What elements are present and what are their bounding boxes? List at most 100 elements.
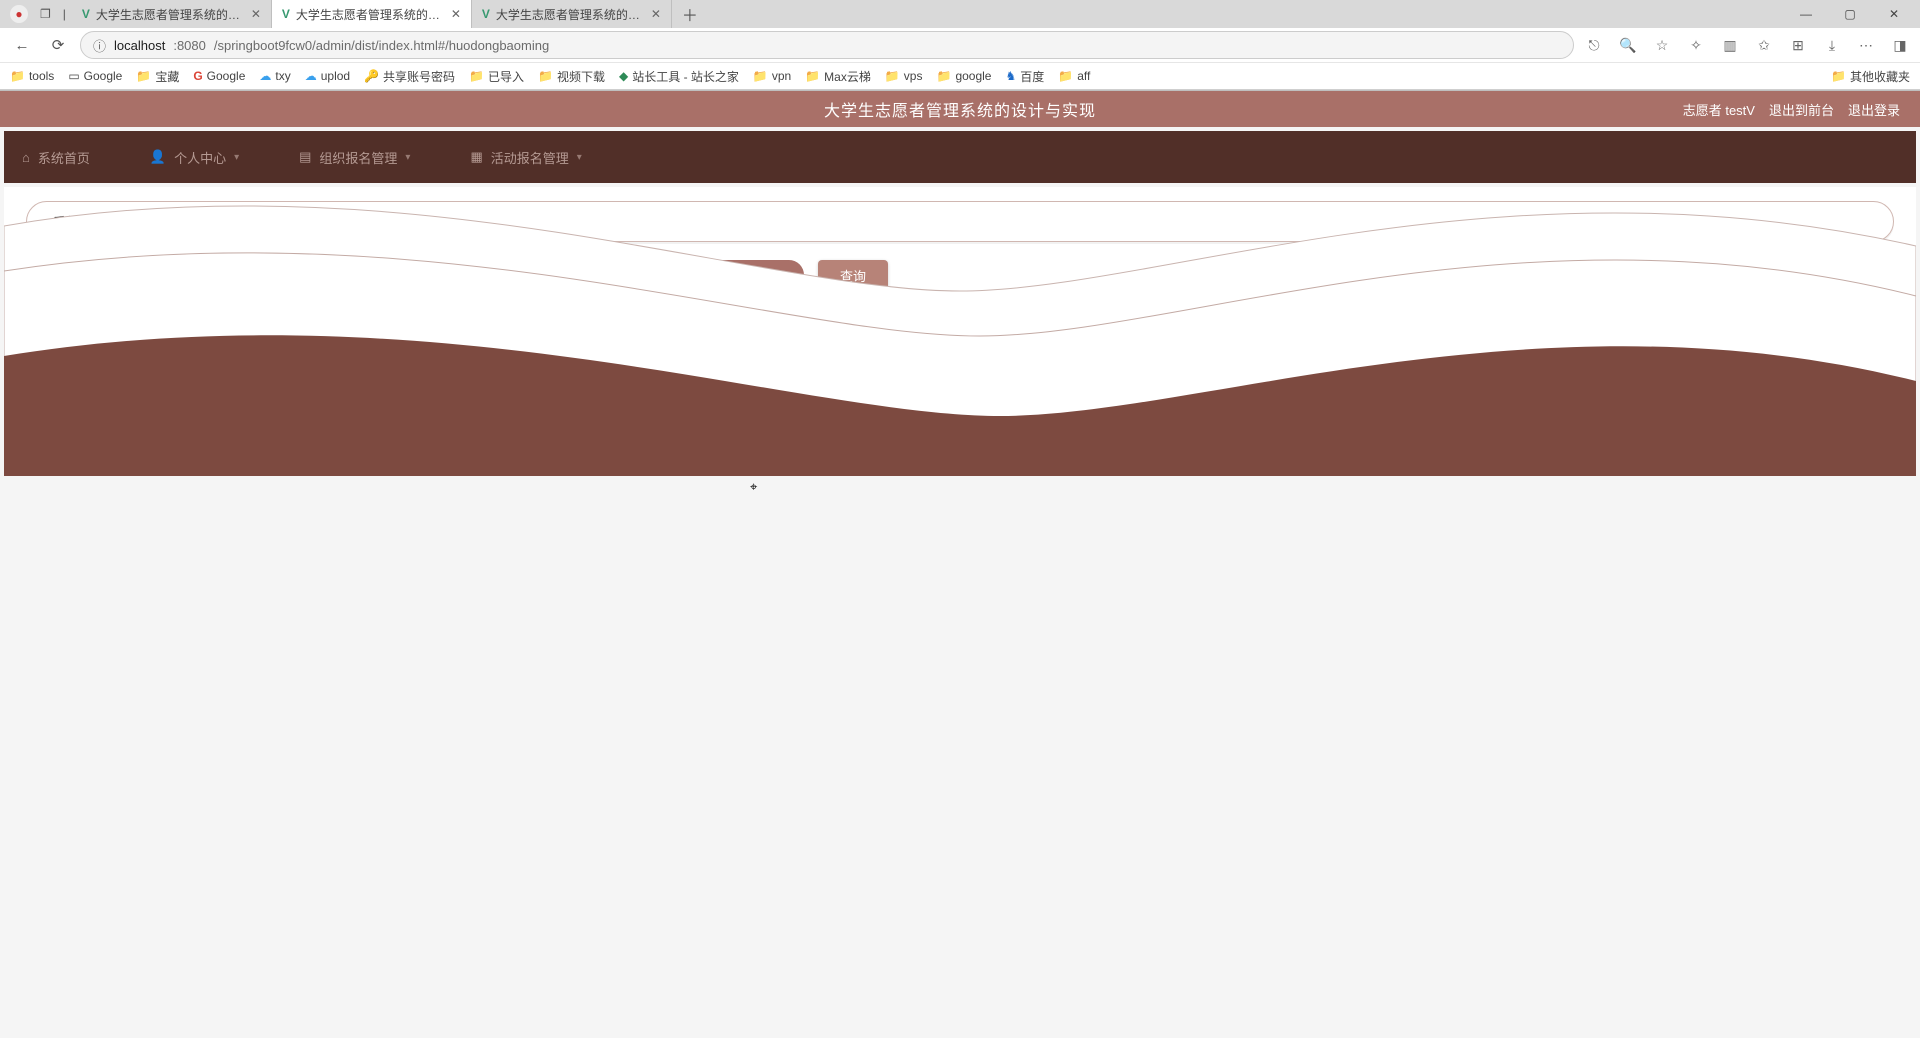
address-row: ← ⟳ ⓘ localhost:8080/springboot9fcw0/adm… bbox=[0, 28, 1920, 62]
nav-org-signup[interactable]: ▤ 组织报名管理 ▾ bbox=[299, 148, 410, 167]
col-time[interactable]: 报名时间 bbox=[1302, 308, 1463, 347]
site-icon: ◆ bbox=[619, 69, 628, 83]
window-controls: — ▢ ✕ bbox=[1784, 0, 1916, 28]
bookmark-item[interactable]: 📁Max云梯 bbox=[805, 68, 871, 85]
filter-topic-input[interactable] bbox=[92, 260, 308, 290]
bookmark-item[interactable]: 📁vps bbox=[885, 69, 923, 83]
folder-icon: 📁 bbox=[1058, 69, 1073, 83]
folder-icon: 📁 bbox=[10, 69, 25, 83]
tab-title: 大学生志愿者管理系统的设计与实现 bbox=[296, 6, 445, 23]
browser-tab[interactable]: V 大学生志愿者管理系统的设计与实现 ✕ bbox=[72, 0, 272, 28]
col-volname[interactable]: 志愿者姓名 bbox=[1114, 308, 1303, 347]
bookmark-item[interactable]: GGoogle bbox=[193, 69, 245, 83]
pagination-prev[interactable]: ‹ bbox=[891, 420, 919, 448]
pagination-current[interactable]: 1 bbox=[929, 421, 955, 447]
bookmark-item[interactable]: ☁txy bbox=[259, 69, 290, 83]
filter-org-input[interactable] bbox=[388, 260, 604, 290]
read-aloud-icon[interactable]: ⎋ bbox=[1582, 37, 1606, 54]
favorites-bar-icon[interactable]: ✩ bbox=[1752, 37, 1776, 54]
bookmark-item[interactable]: ♞百度 bbox=[1005, 68, 1044, 85]
folder-icon: 📁 bbox=[469, 69, 484, 83]
maximize-button[interactable]: ▢ bbox=[1828, 0, 1872, 28]
nav-home[interactable]: ⌂ 系统首页 bbox=[22, 148, 90, 167]
breadcrumb-current: 活动报名 bbox=[134, 212, 186, 231]
bookmark-item[interactable]: ☁uplod bbox=[305, 69, 350, 83]
app-icon[interactable]: ⊞ bbox=[1786, 37, 1810, 54]
bookmark-label: 已导入 bbox=[488, 68, 524, 85]
back-button[interactable]: ← bbox=[8, 31, 36, 59]
col-type[interactable]: 活动类型 bbox=[280, 308, 441, 347]
bookmark-label: vpn bbox=[772, 69, 791, 83]
nav-profile[interactable]: 👤 个人中心 ▾ bbox=[150, 148, 239, 167]
favorite-icon[interactable]: ☆ bbox=[1650, 37, 1674, 54]
zoom-icon[interactable]: 🔍 bbox=[1616, 37, 1640, 54]
vue-favicon-icon: V bbox=[82, 7, 90, 21]
refresh-button[interactable]: ⟳ bbox=[44, 31, 72, 59]
bookmark-item[interactable]: 📁 tools bbox=[10, 69, 54, 83]
breadcrumb-home[interactable]: 系统首页 bbox=[53, 212, 105, 231]
tab-close-icon[interactable]: ✕ bbox=[651, 7, 661, 21]
bookmark-item[interactable]: 📁aff bbox=[1058, 69, 1090, 83]
pagination-size-select[interactable]: 10条/页 ▾ bbox=[1003, 419, 1079, 448]
col-checkbox[interactable] bbox=[26, 308, 65, 347]
filter-pass-select[interactable]: 是否通过 ▾ bbox=[684, 260, 804, 290]
col-action[interactable]: 操作 bbox=[1787, 308, 1894, 347]
col-orgno[interactable]: 组织编号 bbox=[603, 308, 764, 347]
key-icon: 🔑 bbox=[364, 69, 379, 83]
more-icon[interactable]: ⋯ bbox=[1854, 37, 1878, 54]
downloads-icon[interactable]: ⤓ bbox=[1820, 37, 1844, 54]
col-reply[interactable]: 审核回复 bbox=[1464, 308, 1625, 347]
close-window-button[interactable]: ✕ bbox=[1872, 0, 1916, 28]
collections-icon[interactable]: ▥ bbox=[1718, 37, 1742, 54]
bookmark-item[interactable]: 📁 已导入 bbox=[469, 68, 524, 85]
col-orgname[interactable]: 组织名称 bbox=[764, 308, 925, 347]
user-label[interactable]: 志愿者 testV bbox=[1683, 100, 1755, 119]
url-port: :8080 bbox=[173, 38, 206, 53]
bookmark-label: 视频下载 bbox=[557, 68, 605, 85]
site-info-icon[interactable]: ⓘ bbox=[93, 36, 106, 55]
tab-close-icon[interactable]: ✕ bbox=[451, 7, 461, 21]
minimize-button[interactable]: — bbox=[1784, 0, 1828, 28]
tab-title: 大学生志愿者管理系统的设计与实现 bbox=[96, 6, 245, 23]
bookmark-item[interactable]: 📁google bbox=[936, 69, 991, 83]
folder-icon: 📁 bbox=[753, 69, 768, 83]
nav-label: 活动报名管理 bbox=[491, 148, 569, 167]
extensions-icon[interactable]: ✧ bbox=[1684, 37, 1708, 54]
address-bar[interactable]: ⓘ localhost:8080/springboot9fcw0/admin/d… bbox=[80, 31, 1574, 59]
nav-label: 个人中心 bbox=[174, 148, 226, 167]
col-volacct[interactable]: 志愿者账号 bbox=[925, 308, 1114, 347]
bookmark-item[interactable]: 📁宝藏 bbox=[136, 68, 179, 85]
browser-chrome: ● ❐ | V 大学生志愿者管理系统的设计与实现 ✕ V 大学生志愿者管理系统的… bbox=[0, 0, 1920, 91]
pagination-next[interactable]: › bbox=[965, 420, 993, 448]
tab-close-icon[interactable]: ✕ bbox=[251, 7, 261, 21]
pagination: 共 0 条 ‹ 1 › 10条/页 ▾ bbox=[4, 403, 1916, 476]
bookmark-item[interactable]: 📁 vpn bbox=[753, 69, 791, 83]
col-topic[interactable]: 活动主题 bbox=[119, 308, 280, 347]
browser-tab[interactable]: V 大学生志愿者管理系统的设计与实现 ✕ bbox=[272, 0, 472, 28]
tab-overview-icon[interactable]: ❐ bbox=[40, 7, 51, 21]
checkbox-icon[interactable] bbox=[38, 319, 52, 333]
nav-activity-signup[interactable]: ▦ 活动报名管理 ▾ bbox=[470, 148, 581, 167]
col-index[interactable]: 索引 bbox=[65, 308, 119, 347]
folder-icon: 📁 bbox=[1831, 69, 1846, 83]
logout-link[interactable]: 退出登录 bbox=[1848, 100, 1900, 119]
filter-bar: 活动主题 组织名称 是否通过 是否通过 ▾ 查询 bbox=[26, 260, 1894, 290]
bookmark-item[interactable]: ▭Google bbox=[68, 69, 122, 83]
filter-pass-label: 是否通过 bbox=[618, 266, 670, 285]
new-tab-button[interactable]: ＋ bbox=[672, 2, 708, 26]
col-status[interactable]: 审核状态 bbox=[1625, 308, 1786, 347]
bookmark-item[interactable]: 📁视频下载 bbox=[538, 68, 605, 85]
search-button[interactable]: 查询 bbox=[818, 260, 888, 290]
profile-icon[interactable]: ● bbox=[10, 5, 28, 23]
col-place[interactable]: 活动地点 bbox=[441, 308, 602, 347]
to-front-link[interactable]: 退出到前台 bbox=[1769, 100, 1834, 119]
bookmark-item[interactable]: 🔑 共享账号密码 bbox=[364, 68, 455, 85]
bookmark-label: 共享账号密码 bbox=[383, 68, 455, 85]
cloud-icon: ☁ bbox=[259, 69, 271, 83]
bookmark-item[interactable]: ◆站长工具 - 站长之家 bbox=[619, 68, 739, 85]
sidebar-icon[interactable]: ◨ bbox=[1888, 37, 1912, 54]
bookmark-other[interactable]: 📁其他收藏夹 bbox=[1831, 68, 1910, 85]
browser-tab[interactable]: V 大学生志愿者管理系统的设计与实现 ✕ bbox=[472, 0, 672, 28]
bookmark-label: tools bbox=[29, 69, 54, 83]
chevron-down-icon: ▾ bbox=[1067, 426, 1072, 437]
